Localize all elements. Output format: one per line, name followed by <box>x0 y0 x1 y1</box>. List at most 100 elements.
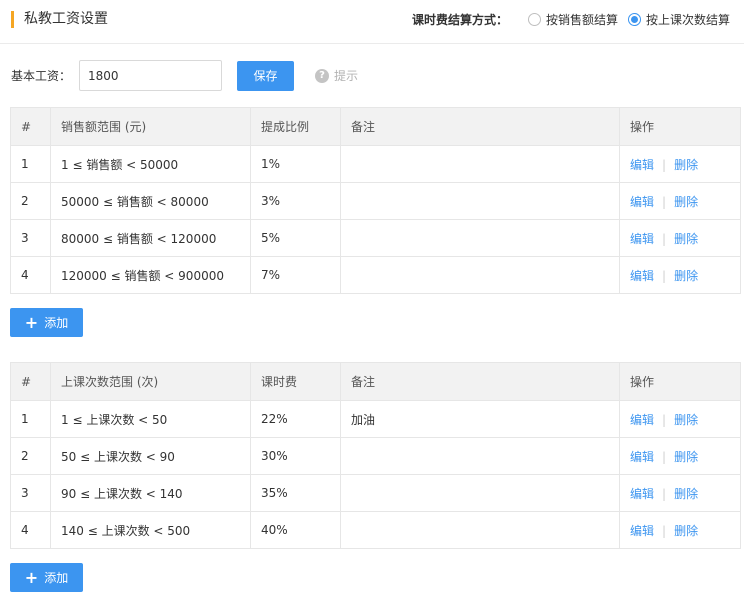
delete-link[interactable]: 删除 <box>674 524 698 538</box>
col-actions: 操作 <box>619 107 741 146</box>
title-accent-bar <box>11 11 14 28</box>
cell-actions: 编辑 | 删除 <box>619 474 741 512</box>
cell-actions: 编辑 | 删除 <box>619 145 741 183</box>
cell-actions: 编辑 | 删除 <box>619 511 741 549</box>
cell-note <box>340 437 620 475</box>
edit-link[interactable]: 编辑 <box>630 232 654 246</box>
col-index: # <box>10 107 51 146</box>
cell-actions: 编辑 | 删除 <box>619 400 741 438</box>
edit-link[interactable]: 编辑 <box>630 158 654 172</box>
cell-actions: 编辑 | 删除 <box>619 182 741 220</box>
cell-range: 120000 ≤ 销售额 < 900000 <box>50 256 251 294</box>
delete-link[interactable]: 删除 <box>674 413 698 427</box>
cell-index: 4 <box>10 256 51 294</box>
cell-actions: 编辑 | 删除 <box>619 219 741 257</box>
hint-label: 提示 <box>334 69 359 83</box>
cell-range: 90 ≤ 上课次数 < 140 <box>50 474 251 512</box>
divider: | <box>662 194 667 209</box>
cell-index: 1 <box>10 400 51 438</box>
radio-label: 按销售额结算 <box>545 12 618 27</box>
cell-rate: 3% <box>250 182 341 220</box>
cell-index: 1 <box>10 145 51 183</box>
cell-fee: 22% <box>250 400 341 438</box>
cell-note <box>340 474 620 512</box>
cell-index: 4 <box>10 511 51 549</box>
delete-link[interactable]: 删除 <box>674 195 698 209</box>
cell-index: 2 <box>10 182 51 220</box>
edit-link[interactable]: 编辑 <box>630 195 654 209</box>
table-row: 4 140 ≤ 上课次数 < 500 40% 编辑 | 删除 <box>10 511 741 549</box>
cell-note <box>340 182 620 220</box>
radio-circle-checked-icon <box>627 12 641 26</box>
settlement-label: 课时费结算方式： <box>411 12 508 27</box>
divider: | <box>662 157 667 172</box>
base-salary-input[interactable] <box>79 60 222 91</box>
radio-label: 按上课次数结算 <box>645 12 730 27</box>
table-row: 2 50000 ≤ 销售额 < 80000 3% 编辑 | 删除 <box>10 182 741 220</box>
table-header-row: # 上课次数范围 (次) 课时费 备注 操作 <box>10 362 741 401</box>
cell-actions: 编辑 | 删除 <box>619 437 741 475</box>
cell-note <box>340 511 620 549</box>
edit-link[interactable]: 编辑 <box>630 450 654 464</box>
cell-rate: 1% <box>250 145 341 183</box>
divider: | <box>662 412 667 427</box>
col-note: 备注 <box>340 362 620 401</box>
delete-link[interactable]: 删除 <box>674 232 698 246</box>
hint-link[interactable]: ? 提示 <box>315 67 358 84</box>
cell-range: 1 ≤ 上课次数 < 50 <box>50 400 251 438</box>
cell-range: 1 ≤ 销售额 < 50000 <box>50 145 251 183</box>
table-row: 1 1 ≤ 上课次数 < 50 22% 加油 编辑 | 删除 <box>10 400 741 438</box>
cell-range: 80000 ≤ 销售额 < 120000 <box>50 219 251 257</box>
cell-note <box>340 256 620 294</box>
col-fee: 课时费 <box>250 362 341 401</box>
cell-note <box>340 145 620 183</box>
cell-fee: 40% <box>250 511 341 549</box>
add-session-tier-button[interactable]: + 添加 <box>10 563 83 592</box>
cell-range: 140 ≤ 上课次数 < 500 <box>50 511 251 549</box>
col-note: 备注 <box>340 107 620 146</box>
settlement-method: 课时费结算方式： 按销售额结算 按上课次数结算 <box>412 10 730 28</box>
table-row: 1 1 ≤ 销售额 < 50000 1% 编辑 | 删除 <box>10 145 741 183</box>
question-icon: ? <box>315 68 329 83</box>
delete-link[interactable]: 删除 <box>674 487 698 501</box>
cell-index: 3 <box>10 474 51 512</box>
col-range: 销售额范围 (元) <box>50 107 251 146</box>
divider: | <box>662 268 667 283</box>
cell-note <box>340 219 620 257</box>
radio-by-sessions[interactable]: 按上课次数结算 <box>627 11 730 28</box>
col-range: 上课次数范围 (次) <box>50 362 251 401</box>
cell-note: 加油 <box>340 400 620 438</box>
divider: | <box>662 231 667 246</box>
edit-link[interactable]: 编辑 <box>630 269 654 283</box>
cell-range: 50 ≤ 上课次数 < 90 <box>50 437 251 475</box>
sales-commission-table: # 销售额范围 (元) 提成比例 备注 操作 1 1 ≤ 销售额 < 50000… <box>10 107 741 294</box>
table-row: 2 50 ≤ 上课次数 < 90 30% 编辑 | 删除 <box>10 437 741 475</box>
divider: | <box>662 486 667 501</box>
page-header: 私教工资设置 课时费结算方式： 按销售额结算 按上课次数结算 <box>0 0 744 44</box>
divider: | <box>662 449 667 464</box>
delete-link[interactable]: 删除 <box>674 450 698 464</box>
divider: | <box>662 523 667 538</box>
delete-link[interactable]: 删除 <box>674 269 698 283</box>
cell-fee: 35% <box>250 474 341 512</box>
plus-icon: + <box>24 567 39 587</box>
cell-index: 2 <box>10 437 51 475</box>
table-row: 3 80000 ≤ 销售额 < 120000 5% 编辑 | 删除 <box>10 219 741 257</box>
base-salary-row: 基本工资： 保存 ? 提示 <box>11 60 358 91</box>
edit-link[interactable]: 编辑 <box>630 413 654 427</box>
add-sales-tier-button[interactable]: + 添加 <box>10 308 83 337</box>
table-row: 3 90 ≤ 上课次数 < 140 35% 编辑 | 删除 <box>10 474 741 512</box>
edit-link[interactable]: 编辑 <box>630 524 654 538</box>
delete-link[interactable]: 删除 <box>674 158 698 172</box>
save-button[interactable]: 保存 <box>237 60 294 91</box>
add-label: 添加 <box>44 316 69 330</box>
cell-rate: 7% <box>250 256 341 294</box>
edit-link[interactable]: 编辑 <box>630 487 654 501</box>
radio-circle-icon <box>527 12 541 26</box>
radio-by-sales[interactable]: 按销售额结算 <box>527 11 618 28</box>
cell-index: 3 <box>10 219 51 257</box>
cell-rate: 5% <box>250 219 341 257</box>
session-fee-table: # 上课次数范围 (次) 课时费 备注 操作 1 1 ≤ 上课次数 < 50 2… <box>10 362 741 549</box>
cell-actions: 编辑 | 删除 <box>619 256 741 294</box>
cell-range: 50000 ≤ 销售额 < 80000 <box>50 182 251 220</box>
